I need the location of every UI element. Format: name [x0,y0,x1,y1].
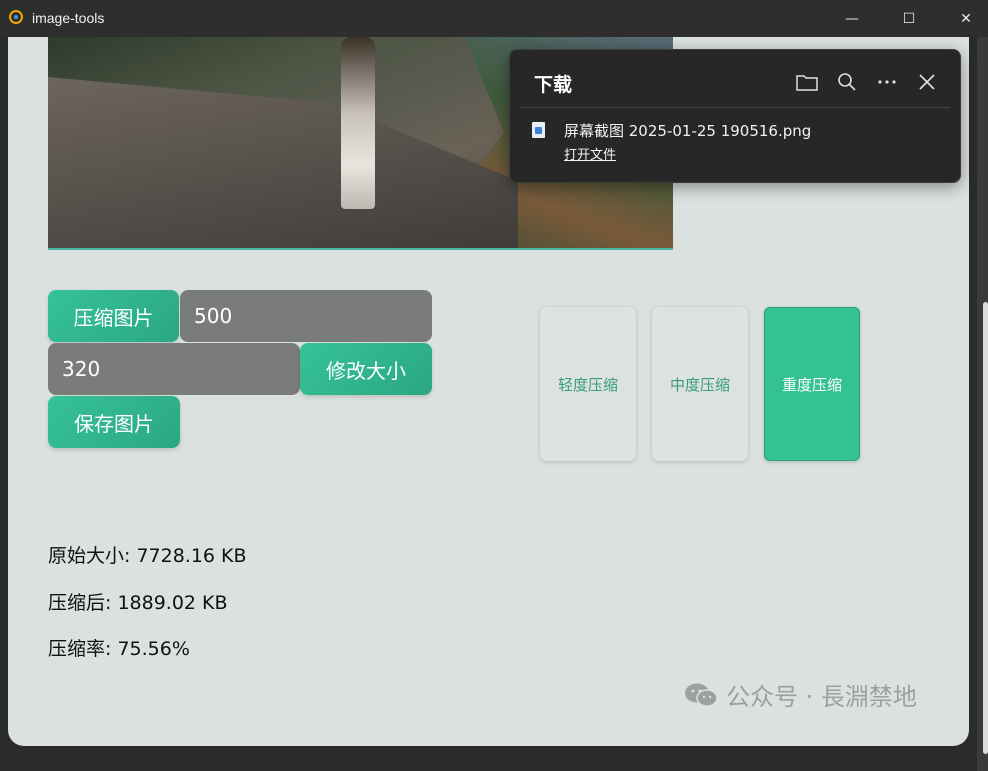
compressed-size-text: 压缩后: 1889.02 KB [48,592,228,614]
light-compression-button[interactable]: 轻度压缩 [540,307,636,461]
medium-compression-button[interactable]: 中度压缩 [652,307,748,461]
watermark-text: 公众号 · 長淵禁地 [726,683,917,711]
window-title: image-tools [32,10,105,26]
search-icon[interactable] [835,70,859,94]
downloads-panel: 下载 屏幕截图 2025-01-25 190516.png 打开文件 [509,49,961,183]
quality-input[interactable]: 500 [180,290,432,342]
title-bar: image-tools — ☐ ✕ [0,0,988,37]
scrollbar-thumb[interactable] [983,302,988,754]
open-file-link[interactable]: 打开文件 [564,144,616,163]
preview-rock [48,77,518,250]
compression-ratio-text: 压缩率: 75.56% [48,638,190,660]
more-options-icon[interactable] [875,70,899,94]
downloads-title: 下载 [534,74,573,96]
maximize-button[interactable]: ☐ [886,0,932,37]
minimize-button[interactable]: — [829,0,875,37]
preview-character [341,37,375,209]
panel-divider [520,107,950,108]
wechat-icon [684,682,718,708]
heavy-compression-button[interactable]: 重度压缩 [764,307,860,461]
original-size-text: 原始大小: 7728.16 KB [48,545,247,567]
watermark: 公众号 · 長淵禁地 [684,677,917,712]
save-image-button[interactable]: 保存图片 [48,396,180,448]
close-icon[interactable] [915,70,939,94]
image-file-icon [532,122,545,138]
folder-icon[interactable] [795,70,819,94]
resize-button[interactable]: 修改大小 [300,343,432,395]
compress-image-button[interactable]: 压缩图片 [48,290,179,342]
download-file-name[interactable]: 屏幕截图 2025-01-25 190516.png [564,120,811,141]
height-input[interactable]: 320 [48,343,300,395]
preview-border [48,248,673,250]
close-window-button[interactable]: ✕ [943,0,988,37]
app-logo-icon [9,10,23,24]
